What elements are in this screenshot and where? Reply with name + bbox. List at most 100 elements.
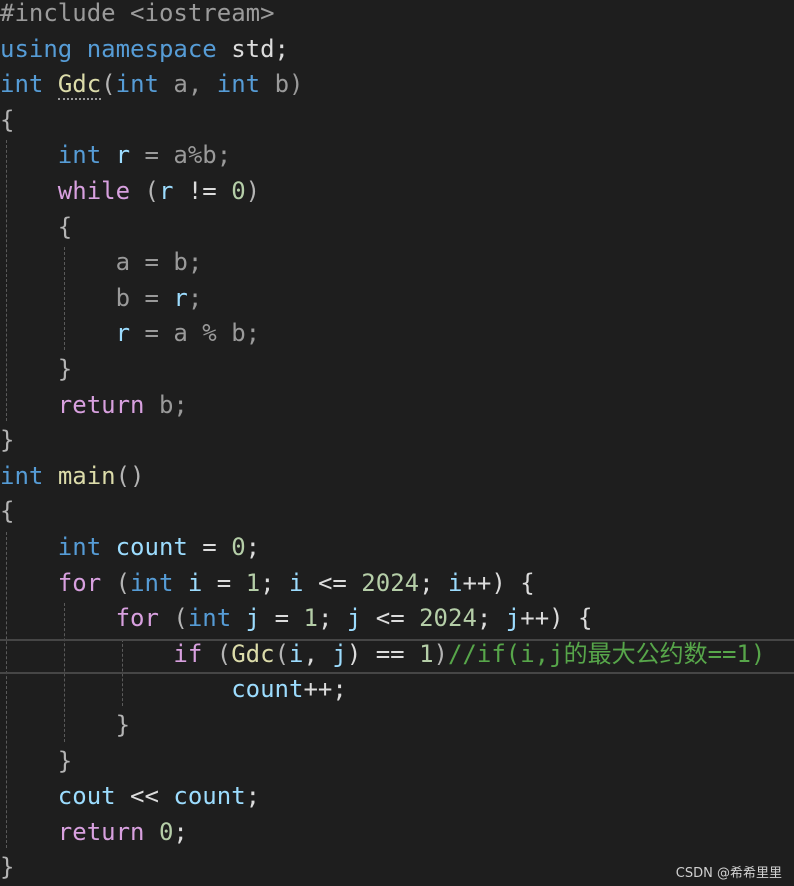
code-token: = a%b; [130, 141, 232, 170]
code-token: } [0, 426, 15, 455]
code-token: 1 [245, 568, 261, 597]
code-token: ; [419, 568, 448, 597]
code-token: ( [101, 568, 131, 597]
code-line[interactable]: for (int j = 1; j <= 2024; j++) { [0, 601, 593, 637]
code-token: = [260, 604, 304, 633]
code-line[interactable]: int Gdc(int a, int b) [0, 67, 304, 103]
code-token: b) [260, 70, 304, 99]
code-token: 0 [158, 817, 174, 846]
code-line[interactable]: int main() [0, 459, 145, 495]
code-token: ++) { [462, 568, 535, 597]
code-token: { [0, 497, 15, 526]
code-token: int [0, 461, 44, 490]
code-line[interactable]: { [0, 210, 72, 246]
code-editor[interactable]: #include <iostream> using namespace std; i… [0, 0, 794, 885]
code-token: return [57, 817, 145, 846]
code-token: ; [245, 782, 261, 811]
code-line[interactable]: for (int i = 1; i <= 2024; i++) { [0, 566, 535, 602]
code-token: ; [476, 604, 506, 633]
code-token: i [289, 568, 304, 597]
code-token: b = [0, 283, 174, 312]
code-line[interactable]: return 0; [0, 815, 188, 851]
code-token: } [0, 853, 15, 882]
code-token: int [130, 568, 174, 597]
code-line[interactable]: } [0, 423, 14, 459]
code-line[interactable]: b = r; [0, 281, 203, 317]
code-line[interactable]: } [0, 352, 72, 388]
code-token: std; [216, 34, 289, 63]
code-token: = a % b; [130, 319, 261, 348]
code-token: #include <iostream> [0, 0, 275, 27]
code-line[interactable]: { [0, 494, 14, 530]
code-token: = [202, 568, 246, 597]
code-token: j [346, 604, 362, 633]
code-token: ) [433, 639, 448, 668]
code-line[interactable]: while (r != 0) [0, 174, 260, 210]
code-token: } [0, 711, 131, 739]
code-line[interactable]: int r = a%b; [0, 138, 231, 174]
code-token: } [0, 746, 73, 775]
code-token: a, [158, 70, 217, 99]
code-token: Gdc [57, 70, 102, 99]
code-line[interactable]: return b; [0, 388, 188, 424]
code-line[interactable]: count++; [0, 672, 347, 708]
code-token: r [173, 283, 188, 312]
code-token: return [57, 390, 145, 419]
code-line[interactable]: r = a % b; [0, 316, 261, 352]
code-token: ( [158, 604, 188, 633]
code-token: <= [303, 568, 362, 597]
code-token: 1 [419, 639, 434, 668]
code-line[interactable]: int count = 0; [0, 530, 260, 566]
code-line[interactable]: #include <iostream> [0, 0, 275, 32]
code-token: ++) { [520, 604, 593, 633]
code-line[interactable]: } [0, 850, 14, 886]
code-token: () [115, 461, 145, 490]
code-token: int [216, 70, 261, 99]
watermark: CSDN @希希里里 [675, 866, 782, 881]
code-token: ; [317, 604, 347, 633]
code-line[interactable]: cout << count; [0, 779, 260, 815]
code-token: ; [245, 533, 261, 561]
code-token: r [158, 177, 174, 205]
code-token: , [303, 639, 333, 668]
code-token: count [115, 533, 188, 561]
code-token: ( [202, 639, 232, 668]
code-token: r [115, 141, 131, 170]
code-token: r [115, 319, 131, 348]
code-token: 0 [231, 177, 246, 205]
code-token: ; [260, 568, 290, 597]
code-token: for [115, 604, 159, 633]
code-line[interactable]: using namespace std; [0, 32, 289, 68]
code-token: i [448, 568, 463, 597]
code-token: i [289, 639, 304, 668]
code-token: int [187, 604, 232, 633]
code-line[interactable]: } [0, 708, 130, 744]
code-token: int [57, 533, 102, 561]
code-token: Gdc [231, 639, 275, 668]
code-line[interactable]: } [0, 744, 72, 780]
code-token: using namespace [0, 34, 217, 63]
code-token: ( [101, 70, 116, 99]
code-token: j [245, 604, 261, 633]
code-line[interactable]: if (Gdc(i, j) == 1)//if(i,j的最大公约数==1) [0, 637, 765, 673]
code-token: { [0, 212, 73, 241]
code-token: b; [144, 390, 188, 419]
code-line[interactable]: { [0, 103, 14, 139]
code-token: ) == [346, 639, 420, 668]
code-line[interactable]: a = b; [0, 245, 203, 281]
